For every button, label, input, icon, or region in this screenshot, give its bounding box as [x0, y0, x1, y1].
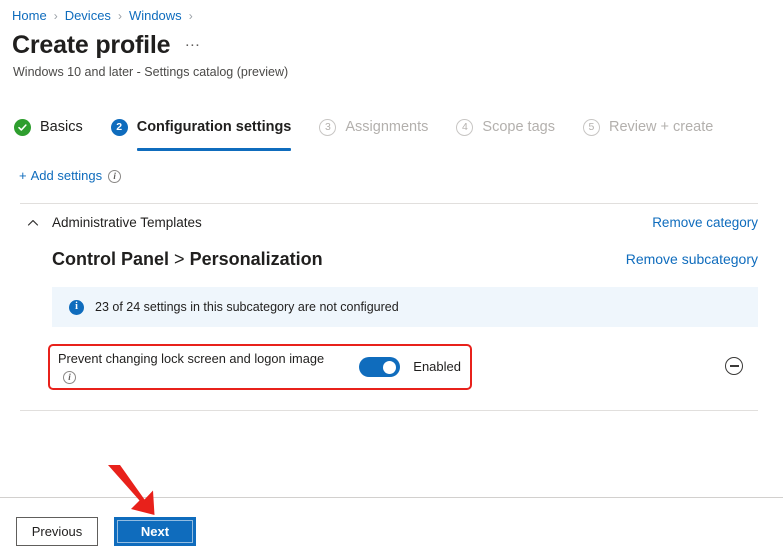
tab-basics[interactable]: Basics	[14, 112, 83, 142]
breadcrumb-separator-icon: ›	[117, 9, 122, 23]
tab-basics-label: Basics	[40, 119, 83, 135]
info-banner: i 23 of 24 settings in this subcategory …	[52, 287, 758, 327]
toggle-knob	[383, 360, 397, 374]
chevron-up-icon	[26, 216, 40, 230]
breadcrumb: Home › Devices › Windows ›	[12, 7, 200, 25]
divider	[20, 203, 758, 204]
breadcrumb-item-devices[interactable]: Devices	[65, 7, 111, 25]
setting-toggle-wrap: Enabled	[359, 357, 461, 377]
subcategory-title: Control Panel > Personalization	[52, 247, 323, 271]
tab-scope-tags[interactable]: 4 Scope tags	[456, 112, 555, 142]
subcategory-separator: >	[174, 249, 185, 269]
divider	[20, 410, 758, 411]
page-title: Create profile	[12, 31, 171, 59]
category-toggle[interactable]: Administrative Templates	[26, 214, 202, 232]
check-circle-icon	[14, 118, 31, 136]
wizard-tabs: Basics 2 Configuration settings 3 Assign…	[14, 112, 741, 151]
subcategory-header: Control Panel > Personalization Remove s…	[52, 247, 758, 271]
more-options-button[interactable]: …	[184, 34, 202, 53]
subcategory-parent: Control Panel	[52, 249, 170, 269]
step-number-badge: 2	[110, 118, 128, 136]
breadcrumb-item-home[interactable]: Home	[12, 7, 47, 25]
next-button[interactable]: Next	[114, 517, 196, 546]
previous-button[interactable]: Previous	[16, 517, 98, 546]
step-number-badge: 4	[456, 118, 474, 136]
tab-scope-tags-label: Scope tags	[482, 119, 555, 135]
add-settings-label: Add settings	[30, 168, 103, 183]
setting-toggle[interactable]	[359, 357, 401, 377]
breadcrumb-item-windows[interactable]: Windows	[129, 7, 182, 25]
subcategory-name: Personalization	[189, 249, 323, 269]
tab-review-create[interactable]: 5 Review + create	[582, 112, 714, 142]
info-icon[interactable]: i	[108, 169, 122, 183]
tab-assignments-label: Assignments	[345, 119, 429, 135]
setting-row-highlighted[interactable]: Prevent changing lock screen and logon i…	[48, 344, 472, 390]
info-icon[interactable]: i	[63, 370, 76, 384]
tab-configuration-settings-label: Configuration settings	[136, 119, 292, 135]
footer-divider	[0, 497, 783, 498]
setting-label: Prevent changing lock screen and logon i…	[58, 350, 325, 366]
minus-bar	[729, 365, 739, 367]
page-title-row: Create profile …	[12, 30, 202, 60]
annotation-arrow-icon	[100, 463, 170, 521]
info-banner-text: 23 of 24 settings in this subcategory ar…	[95, 299, 399, 314]
remove-category-link[interactable]: Remove category	[652, 214, 758, 232]
tab-assignments[interactable]: 3 Assignments	[319, 112, 428, 142]
category-name: Administrative Templates	[52, 215, 202, 230]
tab-review-create-label: Review + create	[608, 119, 714, 135]
page-subtitle: Windows 10 and later - Settings catalog …	[13, 65, 289, 79]
tab-configuration-settings[interactable]: 2 Configuration settings	[110, 112, 292, 151]
category-header: Administrative Templates Remove category	[26, 214, 758, 232]
plus-icon: +	[19, 168, 27, 183]
info-icon: i	[69, 299, 84, 315]
breadcrumb-separator-icon: ›	[188, 9, 193, 23]
minus-circle-icon[interactable]	[725, 357, 743, 375]
remove-subcategory-link[interactable]: Remove subcategory	[626, 249, 758, 269]
breadcrumb-separator-icon: ›	[53, 9, 58, 23]
step-number-badge: 3	[319, 118, 337, 136]
step-number-badge: 5	[582, 118, 600, 136]
setting-label-wrap: Prevent changing lock screen and logon i…	[58, 351, 326, 384]
tab-active-underline	[136, 148, 292, 151]
setting-toggle-state-label: Enabled	[413, 359, 461, 374]
add-settings-link[interactable]: + Add settings i	[19, 167, 122, 185]
next-button-label: Next	[140, 524, 170, 539]
